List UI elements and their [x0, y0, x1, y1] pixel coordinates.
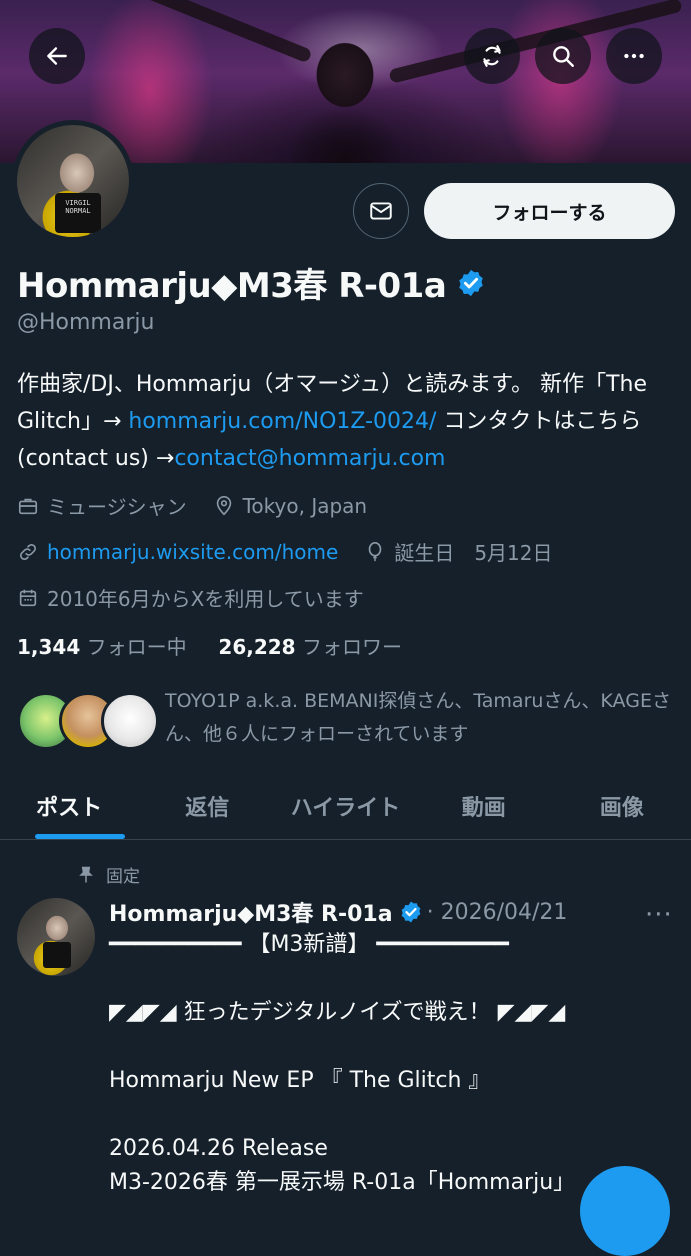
profile-meta-row: hommarju.wixsite.com/home 誕生日 5月12日: [17, 537, 579, 566]
briefcase-icon: [18, 498, 38, 514]
profile-meta-row: ミュージシャン Tokyo, Japan: [17, 491, 393, 520]
follow-counts: 1,344 フォロー中 26,228 フォロワー: [17, 631, 402, 660]
profile-name: Hommarju◆M3春 R-01a: [17, 258, 486, 307]
message-button[interactable]: [353, 183, 409, 239]
followers-count: 26,228: [218, 635, 296, 659]
avatar: [101, 692, 159, 750]
profile-website[interactable]: hommarju.wixsite.com/home: [17, 540, 338, 564]
profile-joined: 2010年6月からXを利用しています: [17, 583, 364, 612]
profile-meta-row: 2010年6月からXを利用しています: [17, 583, 390, 612]
bio-link-hommarju[interactable]: hommarju.com/NO1Z-0024/: [128, 409, 436, 434]
pin-icon: [79, 866, 93, 882]
following-label: フォロー中: [86, 635, 187, 659]
arrow-left-icon: [47, 47, 67, 65]
followed-by-text[interactable]: TOYO1P a.k.a. BEMANI探偵さん、Tamaruさん、KAGEさん…: [165, 685, 675, 751]
profile-bio: 作曲家/DJ、Hommarju（オマージュ）と読みます。 新作「The Glit…: [17, 366, 677, 477]
post-header: Hommarju◆M3春 R-01a · 2026/04/21: [109, 896, 567, 928]
compose-button[interactable]: [580, 1166, 670, 1256]
website-link[interactable]: hommarju.wixsite.com/home: [47, 540, 338, 564]
following-count: 1,344: [17, 635, 81, 659]
profile-avatar[interactable]: VIRGIL NORMAL: [12, 120, 134, 242]
search-icon: [553, 46, 574, 67]
joined-text: 2010年6月からXを利用しています: [47, 587, 364, 611]
location-pin-icon: [216, 495, 231, 515]
profile-tabs: ポスト 返信 ハイライト 動画 画像: [0, 772, 691, 840]
tab-highlights[interactable]: ハイライト: [276, 772, 414, 839]
link-icon: [19, 543, 37, 560]
avatar-shirt: [43, 942, 71, 968]
birthday-text: 誕生日 5月12日: [394, 541, 553, 565]
verified-badge-icon: [401, 901, 420, 923]
bio-link-email[interactable]: contact@hommarju.com: [174, 446, 445, 471]
profile-birthday: 誕生日 5月12日: [364, 537, 553, 566]
refresh-button[interactable]: [464, 28, 520, 84]
post-date[interactable]: · 2026/04/21: [427, 900, 568, 925]
tab-videos[interactable]: 動画: [415, 772, 553, 839]
following-link[interactable]: 1,344 フォロー中: [17, 635, 187, 659]
more-dots-icon: [624, 53, 644, 59]
location-text: Tokyo, Japan: [242, 493, 368, 518]
tab-images[interactable]: 画像: [553, 772, 691, 839]
avatar-shirt-text: VIRGIL NORMAL: [65, 199, 91, 215]
followed-by-avatars[interactable]: [17, 692, 159, 752]
avatar-shirt: VIRGIL NORMAL: [55, 193, 101, 233]
pinned-indicator: 固定: [76, 862, 140, 887]
more-button[interactable]: [606, 28, 662, 84]
followers-link[interactable]: 26,228 フォロワー: [218, 635, 402, 659]
category-text: ミュージシャン: [47, 495, 187, 519]
mail-icon: [370, 202, 392, 220]
post-author-name[interactable]: Hommarju◆M3春 R-01a: [109, 896, 393, 928]
pinned-label: 固定: [106, 867, 140, 887]
tab-replies[interactable]: 返信: [138, 772, 276, 839]
tab-posts[interactable]: ポスト: [0, 772, 138, 839]
profile-location: Tokyo, Japan: [213, 493, 368, 518]
banner-decoration: [57, 0, 313, 64]
refresh-icon: [483, 45, 501, 67]
verified-badge-icon: [459, 269, 484, 296]
post-more-button[interactable]: ···: [645, 900, 673, 930]
profile-category: ミュージシャン: [17, 491, 187, 520]
post-author-avatar[interactable]: [17, 898, 95, 976]
search-button[interactable]: [535, 28, 591, 84]
back-button[interactable]: [29, 28, 85, 84]
calendar-icon: [19, 589, 37, 606]
post-text: ━━━━━━━━━━ 【M3新譜】 ━━━━━━━━━━ ◤◢◤◢ 狂ったデジタ…: [109, 932, 576, 1195]
profile-handle: @Hommarju: [17, 310, 155, 335]
follow-button[interactable]: フォローする: [424, 183, 675, 239]
display-name: Hommarju◆M3春 R-01a: [17, 266, 447, 306]
banner-figure: [290, 40, 400, 163]
followers-label: フォロワー: [301, 635, 402, 659]
balloon-icon: [369, 541, 382, 561]
